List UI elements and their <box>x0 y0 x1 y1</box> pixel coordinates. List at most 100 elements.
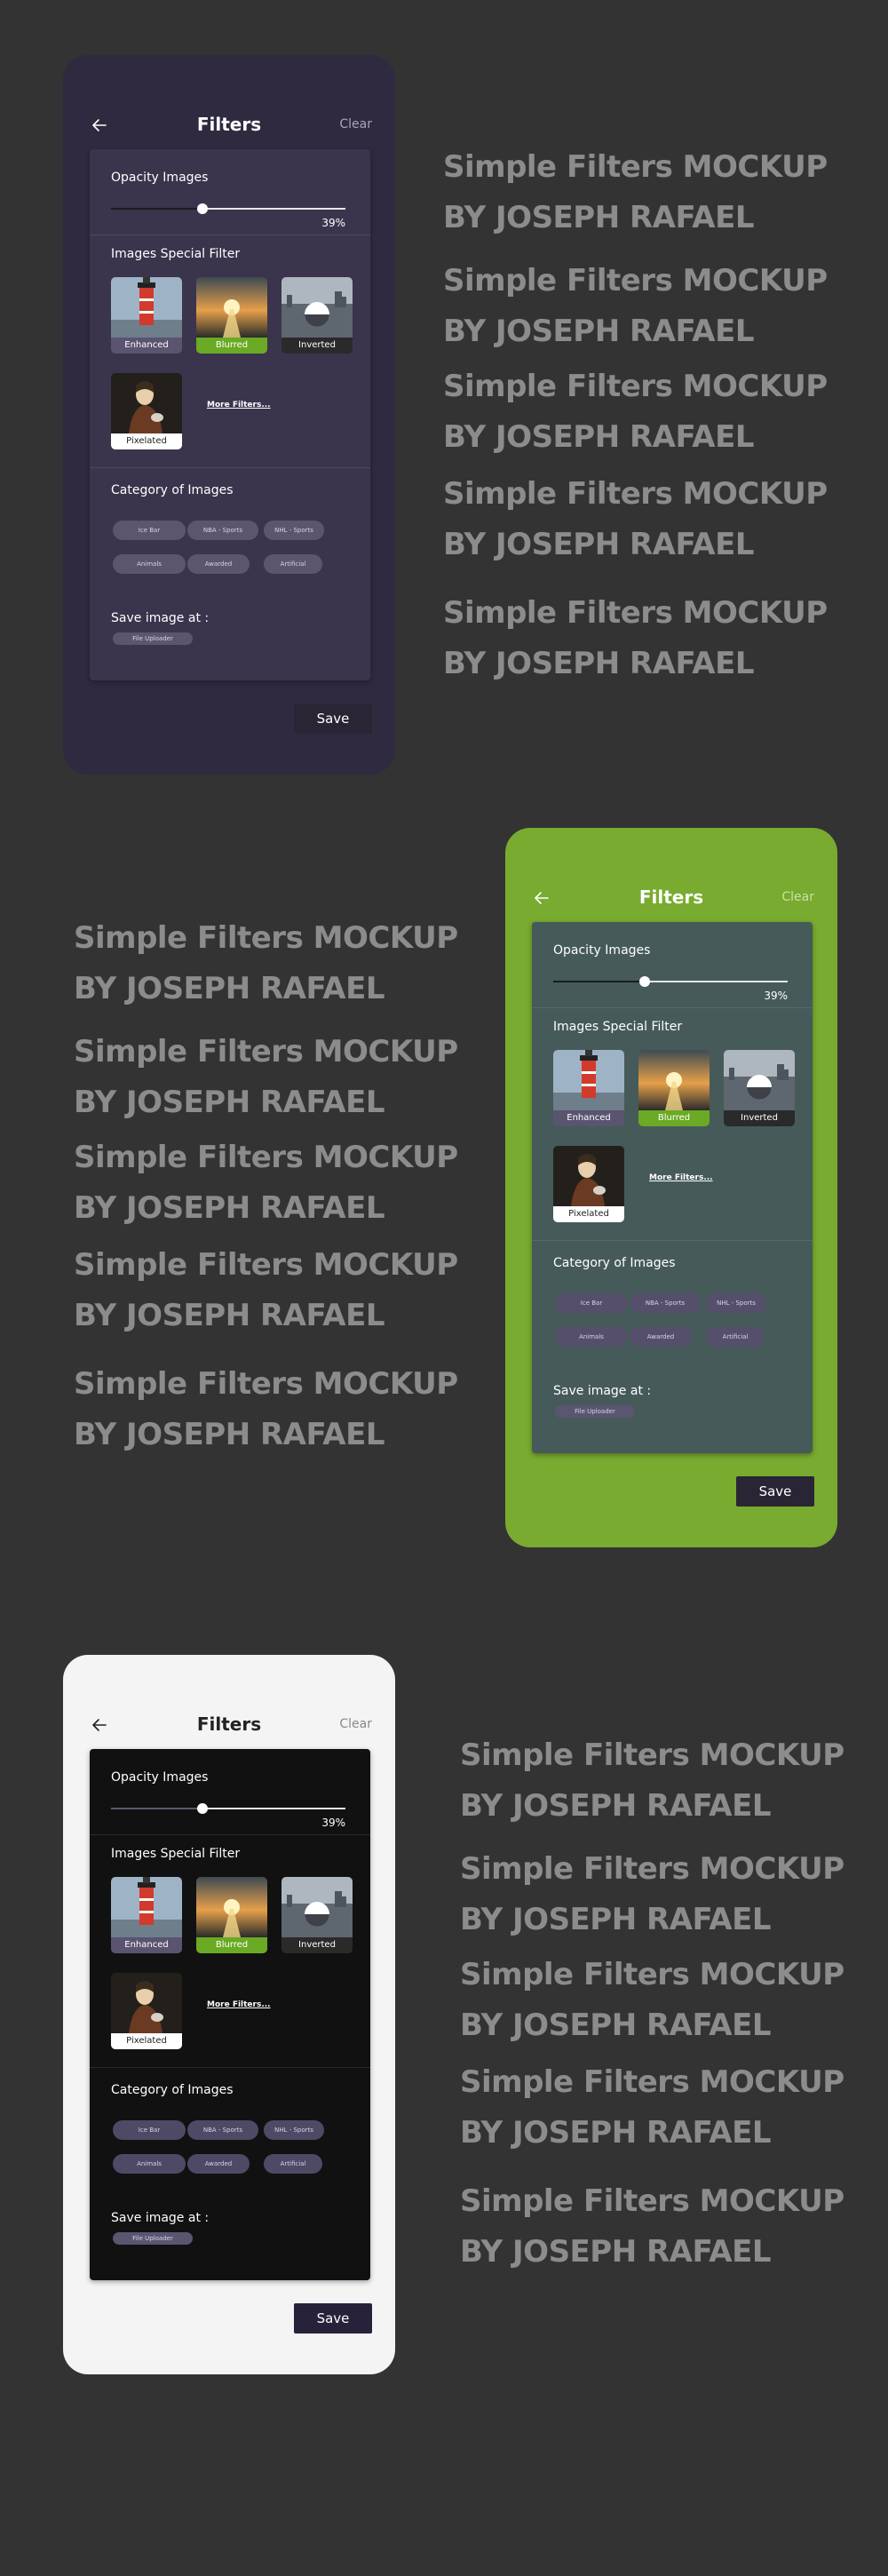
opacity-slider[interactable] <box>111 203 345 214</box>
mockup-caption-author: BY JOSEPH RAFAEL <box>460 2008 772 2043</box>
opacity-slider[interactable] <box>553 976 788 987</box>
opacity-title: Opacity Images <box>111 1770 209 1785</box>
filter-option-pixelated[interactable]: Pixelated <box>111 373 182 449</box>
slider-knob[interactable] <box>638 976 650 987</box>
save-location-chip[interactable]: File Uploader <box>555 1405 635 1418</box>
filter-label: Enhanced <box>553 1110 624 1126</box>
category-title: Category of Images <box>111 2083 234 2097</box>
divider <box>532 1007 813 1008</box>
category-chip[interactable]: Artificial <box>706 1327 765 1347</box>
city-sphere-image <box>281 1877 353 1937</box>
filter-option-enhanced[interactable]: Enhanced <box>111 1877 182 1953</box>
filter-option-enhanced[interactable]: Enhanced <box>111 277 182 354</box>
category-title: Category of Images <box>111 483 234 497</box>
category-chip[interactable]: Awarded <box>187 554 250 574</box>
mockup-caption-title: Simple Filters MOCKUP <box>460 2064 844 2100</box>
mockup-caption-title: Simple Filters MOCKUP <box>443 149 828 185</box>
filter-label: Blurred <box>638 1110 710 1126</box>
city-sphere-image <box>724 1050 795 1110</box>
mockup-caption-author: BY JOSEPH RAFAEL <box>443 419 755 455</box>
clear-button[interactable]: Clear <box>781 890 814 904</box>
more-filters-link[interactable]: More Filters... <box>649 1173 713 1182</box>
category-chip[interactable]: Animals <box>113 2154 186 2174</box>
mockup-caption-title: Simple Filters MOCKUP <box>443 476 828 512</box>
slider-fill <box>111 208 202 210</box>
filters-screen-purple: Filters Clear Opacity Images 39% Images … <box>63 55 395 775</box>
portrait-painting-image <box>111 373 182 433</box>
mockup-caption-title: Simple Filters MOCKUP <box>460 2183 844 2219</box>
filter-option-inverted[interactable]: Inverted <box>724 1050 795 1126</box>
mockup-caption-author: BY JOSEPH RAFAEL <box>460 1902 772 1937</box>
category-chip[interactable]: Animals <box>555 1327 628 1347</box>
filter-label: Blurred <box>196 1937 267 1953</box>
filter-option-blurred[interactable]: Blurred <box>196 1877 267 1953</box>
category-chip[interactable]: Artificial <box>264 2154 322 2174</box>
category-chip[interactable]: Animals <box>113 554 186 574</box>
city-sphere-image <box>281 277 353 338</box>
slider-fill <box>111 1808 202 1809</box>
clear-button[interactable]: Clear <box>339 117 372 131</box>
mockup-caption-author: BY JOSEPH RAFAEL <box>74 1190 385 1226</box>
save-button[interactable]: Save <box>294 2303 372 2334</box>
sunset-road-image <box>196 1877 267 1937</box>
category-chip[interactable]: NHL - Sports <box>706 1293 766 1313</box>
mockup-caption-title: Simple Filters MOCKUP <box>74 1247 458 1283</box>
category-chip[interactable]: NBA - Sports <box>187 2120 258 2140</box>
clear-button[interactable]: Clear <box>339 1717 372 1731</box>
filter-label: Inverted <box>281 338 353 354</box>
mockup-caption-author: BY JOSEPH RAFAEL <box>74 1298 385 1333</box>
slider-knob[interactable] <box>196 1803 208 1814</box>
filters-card: Opacity Images 39% Images Special Filter… <box>532 922 813 1453</box>
more-filters-link[interactable]: More Filters... <box>207 401 271 409</box>
divider <box>90 467 370 468</box>
opacity-slider[interactable] <box>111 1803 345 1814</box>
lighthouse-image <box>111 1877 182 1937</box>
filters-title: Images Special Filter <box>111 1847 241 1861</box>
save-button[interactable]: Save <box>294 704 372 734</box>
mockup-caption-author: BY JOSEPH RAFAEL <box>443 314 755 349</box>
filter-option-blurred[interactable]: Blurred <box>196 277 267 354</box>
portrait-painting-image <box>553 1146 624 1206</box>
slider-knob[interactable] <box>196 203 208 214</box>
opacity-value: 39% <box>321 217 345 229</box>
filter-option-enhanced[interactable]: Enhanced <box>553 1050 624 1126</box>
category-chip[interactable]: Ice Bar <box>113 2120 186 2140</box>
category-chip[interactable]: Artificial <box>264 554 322 574</box>
save-button[interactable]: Save <box>736 1476 814 1507</box>
filters-card: Opacity Images 39% Images Special Filter… <box>90 1749 370 2280</box>
save-at-title: Save image at : <box>553 1384 652 1398</box>
divider <box>532 1240 813 1241</box>
category-chip[interactable]: Ice Bar <box>555 1293 628 1313</box>
category-chip[interactable]: NHL - Sports <box>264 2120 324 2140</box>
category-chip[interactable]: NBA - Sports <box>187 521 258 540</box>
save-location-chip[interactable]: File Uploader <box>113 632 193 645</box>
filters-title: Images Special Filter <box>111 247 241 261</box>
mockup-caption-title: Simple Filters MOCKUP <box>443 369 828 404</box>
category-chip[interactable]: Awarded <box>187 2154 250 2174</box>
mockup-caption-author: BY JOSEPH RAFAEL <box>460 2115 772 2151</box>
filter-label: Enhanced <box>111 1937 182 1953</box>
mockup-caption-title: Simple Filters MOCKUP <box>74 1140 458 1175</box>
filter-option-blurred[interactable]: Blurred <box>638 1050 710 1126</box>
mockup-caption-title: Simple Filters MOCKUP <box>443 263 828 298</box>
mockup-caption-author: BY JOSEPH RAFAEL <box>443 527 755 562</box>
filter-option-pixelated[interactable]: Pixelated <box>553 1146 624 1222</box>
save-location-chip[interactable]: File Uploader <box>113 2232 193 2245</box>
category-chip[interactable]: NHL - Sports <box>264 521 324 540</box>
filter-label: Pixelated <box>111 2033 182 2049</box>
filters-title: Images Special Filter <box>553 1020 683 1034</box>
filter-option-inverted[interactable]: Inverted <box>281 277 353 354</box>
filter-label: Pixelated <box>553 1206 624 1222</box>
more-filters-link[interactable]: More Filters... <box>207 2000 271 2009</box>
sunset-road-image <box>638 1050 710 1110</box>
category-chip[interactable]: Awarded <box>630 1327 692 1347</box>
mockup-caption-title: Simple Filters MOCKUP <box>460 1851 844 1887</box>
mockup-caption-title: Simple Filters MOCKUP <box>460 1957 844 1992</box>
category-chip[interactable]: Ice Bar <box>113 521 186 540</box>
category-chip[interactable]: NBA - Sports <box>630 1293 701 1313</box>
filters-card: Opacity Images 39% Images Special Filter… <box>90 149 370 680</box>
filter-label: Enhanced <box>111 338 182 354</box>
filter-option-inverted[interactable]: Inverted <box>281 1877 353 1953</box>
filter-option-pixelated[interactable]: Pixelated <box>111 1973 182 2049</box>
mockup-caption-author: BY JOSEPH RAFAEL <box>460 1788 772 1824</box>
